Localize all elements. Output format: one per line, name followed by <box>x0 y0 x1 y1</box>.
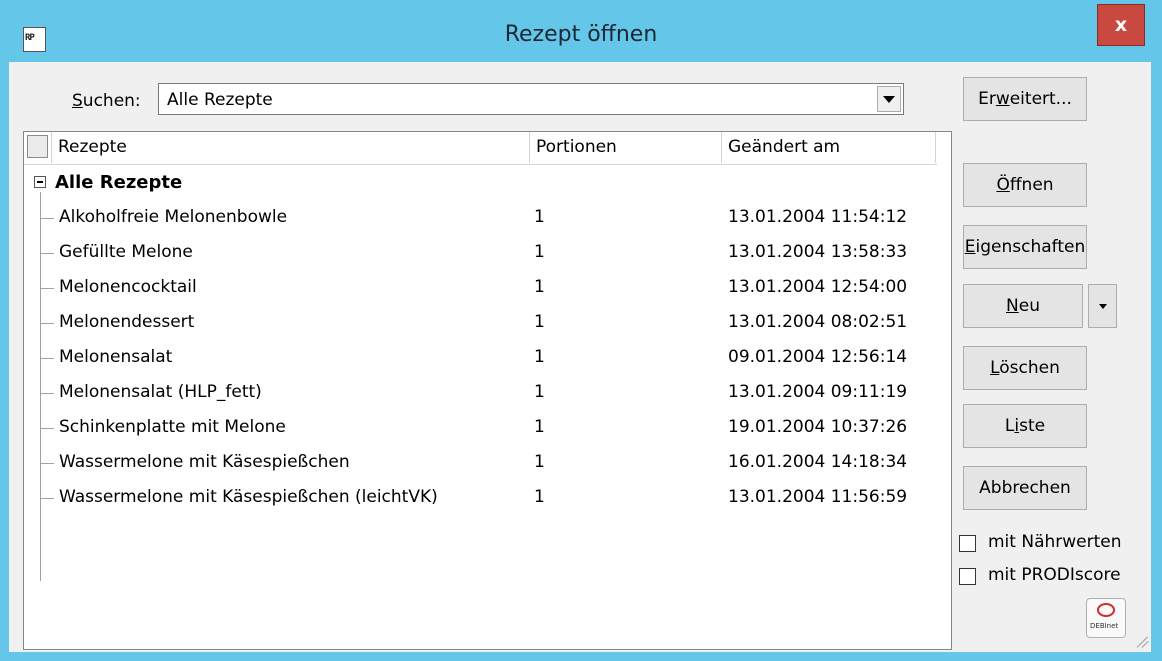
list-button[interactable]: Liste <box>963 404 1087 448</box>
search-label-mnemonic: S <box>72 91 83 111</box>
recipe-name: Melonencocktail <box>59 277 197 297</box>
list-row[interactable]: Melonensalat (HLP_fett) 1 13.01.2004 09:… <box>24 376 936 410</box>
list-label-post: ste <box>1019 416 1046 436</box>
delete-label-mnemonic: L <box>990 358 1000 378</box>
recipe-changed: 16.01.2004 14:18:34 <box>728 452 908 472</box>
checkbox-box[interactable] <box>959 535 976 552</box>
open-button[interactable]: Öffnen <box>963 163 1087 207</box>
header-checkbox-icon <box>27 135 48 158</box>
recipe-changed: 13.01.2004 11:54:12 <box>728 207 908 227</box>
collapse-toggle-icon[interactable] <box>34 176 46 188</box>
delete-label-post: öschen <box>999 358 1060 378</box>
close-button[interactable]: x <box>1097 4 1145 46</box>
tree-branch-line <box>41 393 54 394</box>
properties-button[interactable]: Eigenschaften <box>963 225 1087 269</box>
tree-branch-line <box>41 428 54 429</box>
chevron-down-icon <box>1099 304 1107 309</box>
cancel-button[interactable]: Abbrechen <box>963 466 1087 510</box>
recipe-portions: 1 <box>534 487 545 507</box>
recipe-portions: 1 <box>534 347 545 367</box>
tree-branch-line <box>41 253 54 254</box>
list-header: Rezepte Portionen Geändert am <box>24 132 937 165</box>
tree-branch-line <box>41 288 54 289</box>
recipe-name: Schinkenplatte mit Melone <box>59 417 286 437</box>
prodiscore-label: mit PRODIscore <box>988 565 1121 585</box>
dialog-window: RP Rezept öffnen x Suchen: Alle Rezepte … <box>0 0 1162 661</box>
recipe-name: Melonendessert <box>59 312 195 332</box>
search-dropdown-button[interactable] <box>877 86 901 112</box>
advanced-label-mnemonic: w <box>995 89 1010 109</box>
recipe-portions: 1 <box>534 242 545 262</box>
new-label-mnemonic: N <box>1006 296 1019 316</box>
minus-icon <box>37 181 43 183</box>
open-label-post: ffnen <box>1009 175 1054 195</box>
recipe-portions: 1 <box>534 382 545 402</box>
delete-button[interactable]: Löschen <box>963 346 1087 390</box>
recipe-changed: 13.01.2004 08:02:51 <box>728 312 908 332</box>
logo-text: DEBInet <box>1090 622 1119 630</box>
search-label: Suchen: <box>72 91 141 111</box>
advanced-button[interactable]: Erweitert... <box>963 77 1087 121</box>
column-header-portions[interactable]: Portionen <box>530 132 722 163</box>
nutrition-values-label: mit Nährwerten <box>988 532 1122 552</box>
recipe-name: Gefüllte Melone <box>59 242 193 262</box>
new-options-dropdown-button[interactable] <box>1088 284 1117 328</box>
select-all-header[interactable] <box>24 132 52 163</box>
nutrition-values-checkbox[interactable]: mit Nährwerten <box>959 532 1139 554</box>
recipe-portions: 1 <box>534 312 545 332</box>
recipe-name: Melonensalat (HLP_fett) <box>59 382 262 402</box>
recipe-name: Melonensalat <box>59 347 173 367</box>
list-row[interactable]: Schinkenplatte mit Melone 1 19.01.2004 1… <box>24 411 936 445</box>
recipe-changed: 13.01.2004 09:11:19 <box>728 382 908 402</box>
list-row[interactable]: Wassermelone mit Käsespießchen (leichtVK… <box>24 481 936 515</box>
recipe-list[interactable]: Rezepte Portionen Geändert am Alle Rezep… <box>23 131 952 650</box>
prodiscore-checkbox[interactable]: mit PRODIscore <box>959 565 1139 587</box>
properties-label-post: igenschaften <box>975 237 1086 257</box>
debinet-logo-icon[interactable]: DEBInet <box>1086 598 1126 638</box>
tree-branch-line <box>41 463 54 464</box>
tree-branch-line <box>41 358 54 359</box>
recipe-portions: 1 <box>534 417 545 437</box>
list-row[interactable]: Gefüllte Melone 1 13.01.2004 13:58:33 <box>24 236 936 270</box>
new-button[interactable]: Neu <box>963 284 1083 328</box>
resize-grip-icon[interactable] <box>1135 634 1149 648</box>
advanced-label-post: eitert... <box>1009 89 1072 109</box>
list-row[interactable]: Wassermelone mit Käsespießchen 1 16.01.2… <box>24 446 936 480</box>
list-row[interactable]: Melonendessert 1 13.01.2004 08:02:51 <box>24 306 936 340</box>
search-label-rest: uchen: <box>82 91 141 111</box>
open-label-mnemonic: Ö <box>996 175 1010 195</box>
recipe-changed: 13.01.2004 11:56:59 <box>728 487 908 507</box>
recipe-name: Wassermelone mit Käsespießchen <box>59 452 350 472</box>
list-row[interactable]: Melonensalat 1 09.01.2004 12:56:14 <box>24 341 936 375</box>
column-header-recipes[interactable]: Rezepte <box>52 132 530 163</box>
list-row[interactable]: Alkoholfreie Melonenbowle 1 13.01.2004 1… <box>24 201 936 235</box>
list-row[interactable]: Melonencocktail 1 13.01.2004 12:54:00 <box>24 271 936 305</box>
tree-branch-line <box>41 498 54 499</box>
list-label-pre: L <box>1004 416 1015 436</box>
recipe-changed: 19.01.2004 10:37:26 <box>728 417 908 437</box>
checkbox-box[interactable] <box>959 568 976 585</box>
group-all-recipes[interactable]: Alle Rezepte <box>55 172 182 193</box>
recipe-name: Alkoholfreie Melonenbowle <box>59 207 288 227</box>
window-title: Rezept öffnen <box>504 22 658 47</box>
chevron-down-icon <box>883 96 895 103</box>
advanced-label-pre: Er <box>978 89 996 109</box>
dialog-body: Suchen: Alle Rezepte Rezepte Portionen G… <box>9 62 1151 652</box>
recipe-changed: 13.01.2004 13:58:33 <box>728 242 908 262</box>
ribbon-icon <box>1097 603 1115 617</box>
recipe-changed: 13.01.2004 12:54:00 <box>728 277 908 297</box>
title-bar[interactable]: RP Rezept öffnen x <box>0 0 1162 62</box>
recipe-name: Wassermelone mit Käsespießchen (leichtVK… <box>59 487 438 507</box>
tree-branch-line <box>41 218 54 219</box>
recipe-portions: 1 <box>534 452 545 472</box>
new-label-post: eu <box>1018 296 1040 316</box>
column-header-changed[interactable]: Geändert am <box>722 132 936 163</box>
search-combobox[interactable]: Alle Rezepte <box>158 83 904 115</box>
recipe-portions: 1 <box>534 277 545 297</box>
tree-branch-line <box>41 323 54 324</box>
properties-label-mnemonic: E <box>964 237 976 257</box>
recipe-changed: 09.01.2004 12:56:14 <box>728 347 908 367</box>
search-selected-value: Alle Rezepte <box>167 90 273 110</box>
recipe-portions: 1 <box>534 207 545 227</box>
